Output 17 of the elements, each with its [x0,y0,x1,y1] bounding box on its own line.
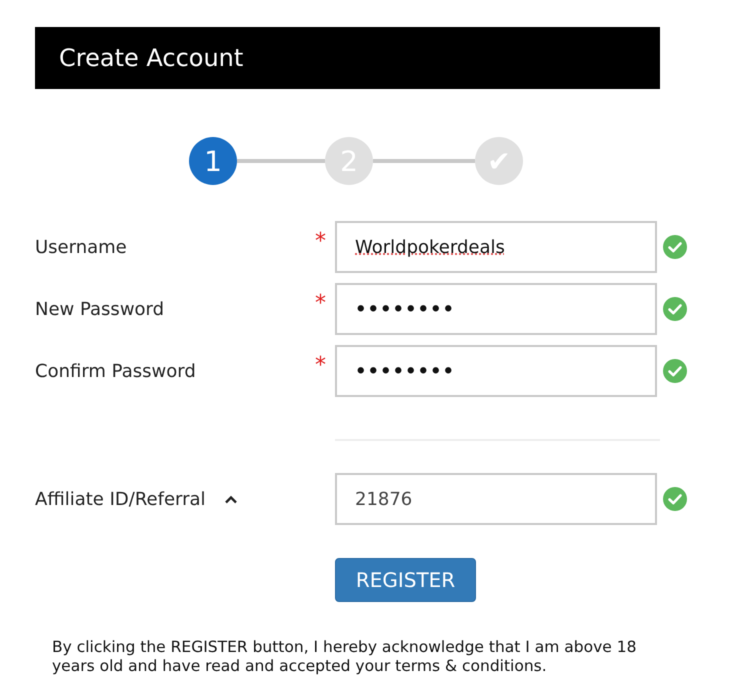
input-field[interactable]: •••••••• [335,345,657,397]
step-indicator: 1 [189,137,237,185]
page-header: Create Account [35,27,660,89]
field-label: Username [35,236,127,258]
input-field[interactable]: 21876 [335,473,657,525]
required-mark: * [315,353,326,378]
field-label: Affiliate ID/Referral [35,488,206,510]
terms-notice: By clicking the REGISTER button, I hereby acknowledge that I am above 18 years old and have read and accepted your terms & conditions. [52,638,638,676]
input-field[interactable]: Worldpokerdeals [335,221,657,273]
caret-up-icon[interactable] [224,494,238,504]
field-label: Confirm Password [35,360,196,382]
step-indicator: ✔ [475,137,523,185]
field-label: New Password [35,298,164,320]
required-mark: * [315,229,326,254]
input-field[interactable]: •••••••• [335,283,657,335]
register-button[interactable]: REGISTER [335,558,476,602]
required-mark: * [315,291,326,316]
